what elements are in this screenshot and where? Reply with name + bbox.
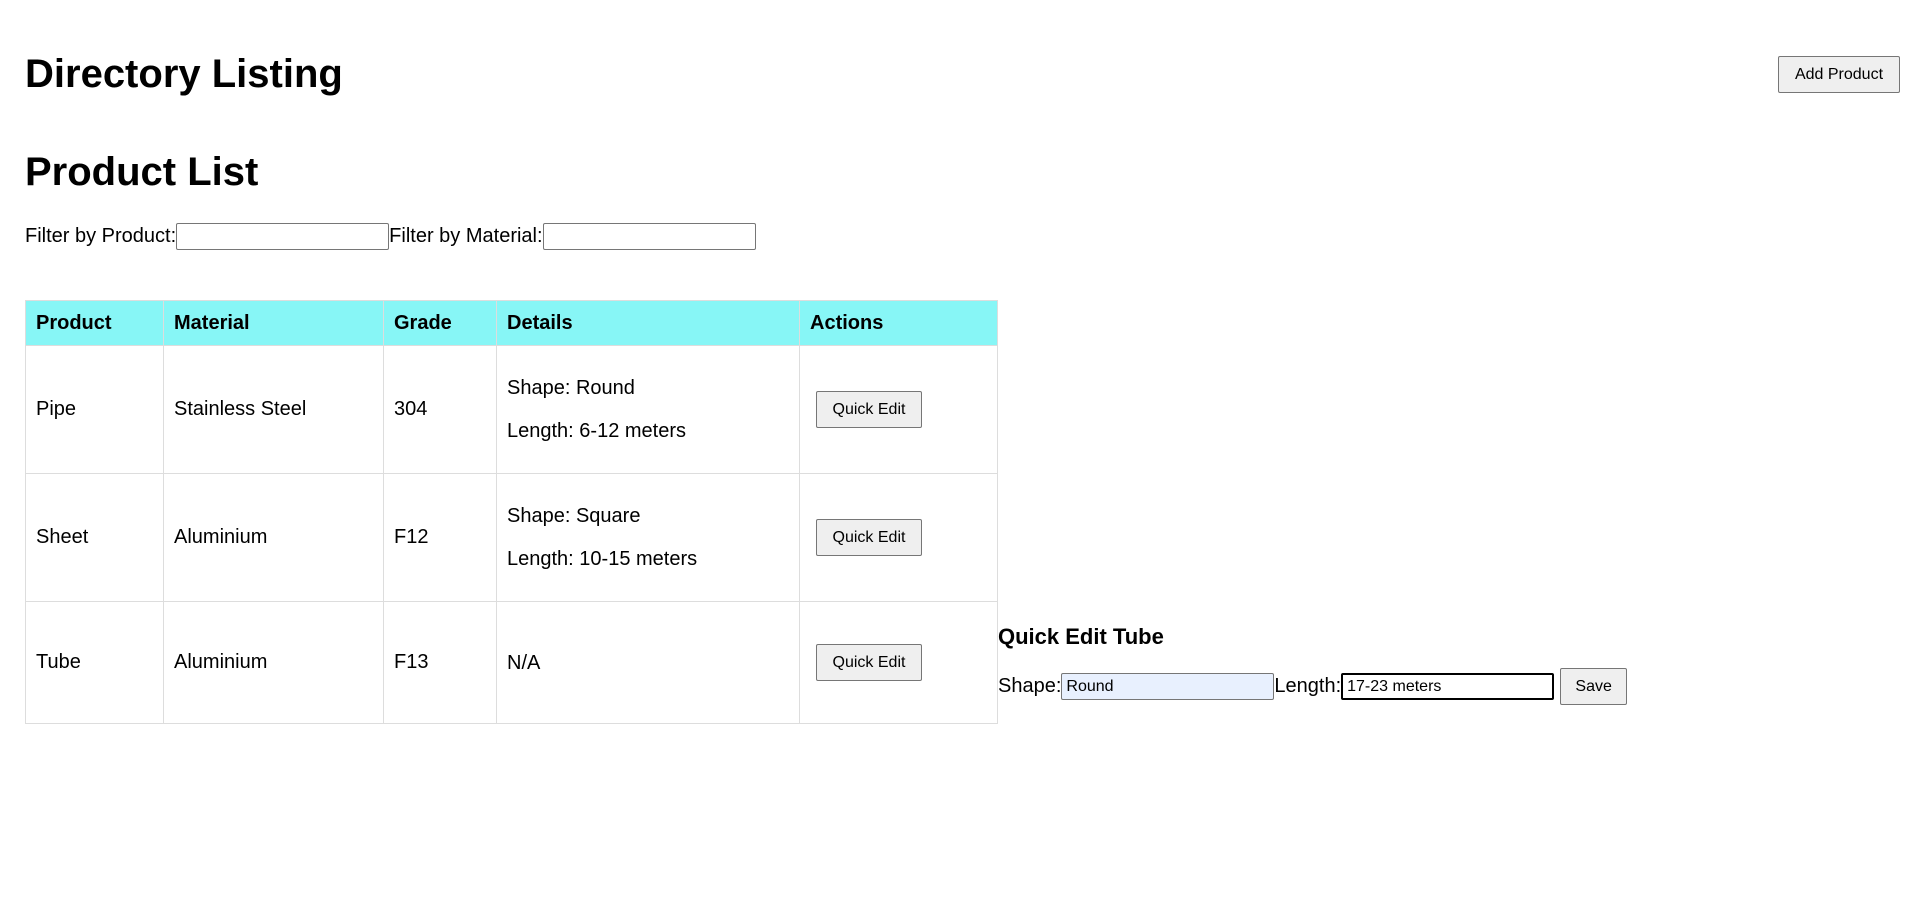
cell-details: Shape: Round Length: 6-12 meters	[496, 345, 800, 474]
quick-edit-form: Shape: Length: Save	[998, 668, 1628, 705]
filter-bar: Filter by Product: Filter by Material:	[25, 222, 756, 250]
cell-material: Aluminium	[163, 601, 384, 724]
quick-edit-button[interactable]: Quick Edit	[816, 519, 922, 556]
site-title: Directory Listing	[25, 52, 343, 96]
filter-material-input[interactable]	[542, 222, 756, 250]
filter-product-input[interactable]	[176, 222, 390, 250]
cell-actions: Quick Edit	[799, 601, 998, 724]
column-header-material: Material	[163, 300, 384, 346]
filter-material-label: Filter by Material:	[389, 224, 543, 247]
column-header-actions: Actions	[799, 300, 998, 346]
shape-label: Shape:	[998, 675, 1062, 697]
cell-grade: 304	[383, 345, 497, 474]
page: Directory Listing Add Product Product Li…	[0, 0, 1919, 905]
detail-shape: Shape: Square	[507, 505, 641, 527]
quick-edit-button[interactable]: Quick Edit	[816, 644, 922, 681]
add-product-button[interactable]: Add Product	[1778, 56, 1900, 93]
quick-edit-title: Quick Edit Tube	[998, 624, 1164, 649]
cell-product: Tube	[25, 601, 164, 724]
column-header-product: Product	[25, 300, 164, 346]
detail-length: Length: 6-12 meters	[507, 420, 686, 442]
table-row: Pipe Stainless Steel 304 Shape: Round Le…	[25, 345, 998, 474]
cell-details: Shape: Square Length: 10-15 meters	[496, 473, 800, 602]
column-header-details: Details	[496, 300, 800, 346]
cell-actions: Quick Edit	[799, 345, 998, 474]
table-row: Tube Aluminium F13 N/A Quick Edit	[25, 601, 998, 724]
table-row: Sheet Aluminium F12 Shape: Square Length…	[25, 473, 998, 602]
cell-material: Stainless Steel	[163, 345, 384, 474]
cell-actions: Quick Edit	[799, 473, 998, 602]
quick-edit-panel: Quick Edit Tube Shape: Length: Save	[998, 622, 1628, 705]
column-header-grade: Grade	[383, 300, 497, 346]
filter-product-label: Filter by Product:	[25, 224, 177, 247]
table-header-row: Product Material Grade Details Actions	[25, 300, 998, 346]
shape-input[interactable]	[1061, 673, 1275, 700]
cell-material: Aluminium	[163, 473, 384, 602]
cell-product: Pipe	[25, 345, 164, 474]
detail-shape: Shape: Round	[507, 377, 635, 399]
product-list-title: Product List	[25, 150, 259, 194]
length-input[interactable]	[1341, 673, 1555, 700]
detail-na: N/A	[507, 651, 541, 674]
cell-grade: F12	[383, 473, 497, 602]
detail-length: Length: 10-15 meters	[507, 548, 698, 570]
cell-grade: F13	[383, 601, 497, 724]
product-table: Product Material Grade Details Actions P…	[25, 300, 998, 724]
length-label: Length:	[1274, 675, 1342, 697]
cell-product: Sheet	[25, 473, 164, 602]
cell-details: N/A	[496, 601, 800, 724]
quick-edit-button[interactable]: Quick Edit	[816, 391, 922, 428]
save-button[interactable]: Save	[1560, 668, 1628, 705]
